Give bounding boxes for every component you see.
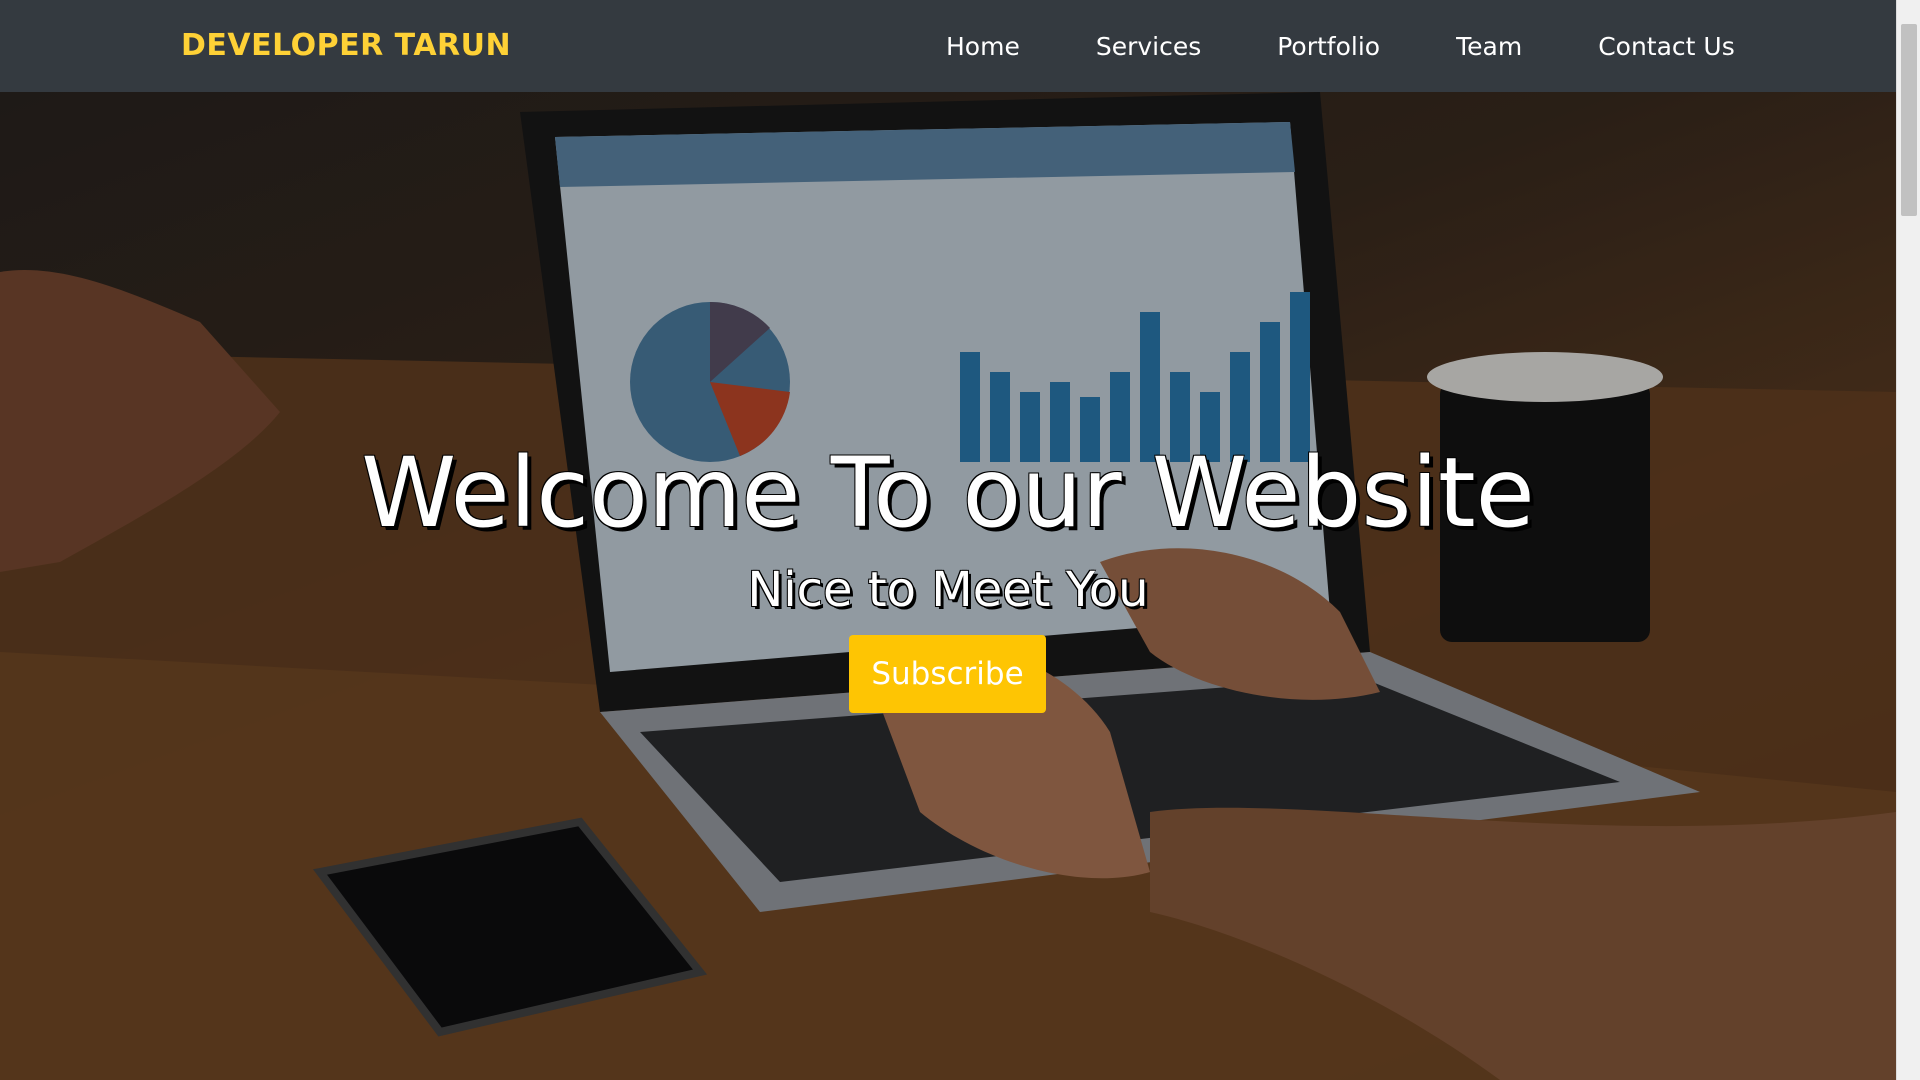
nav-link-home[interactable]: Home [946,32,1020,61]
subscribe-button[interactable]: Subscribe [849,635,1046,713]
hero-section: Welcome To our Website Nice to Meet You … [0,92,1896,1080]
hero-subtitle: Nice to Meet You [747,562,1149,618]
nav-link-team[interactable]: Team [1456,32,1522,61]
nav-links: Home Services Portfolio Team Contact Us [946,32,1735,61]
hero-title: Welcome To our Website [361,437,1535,549]
page: DEVELOPER TARUN Home Services Portfolio … [0,0,1920,1080]
brand-logo[interactable]: DEVELOPER TARUN [181,28,511,63]
navbar: DEVELOPER TARUN Home Services Portfolio … [0,0,1896,92]
nav-link-portfolio[interactable]: Portfolio [1277,32,1380,61]
nav-link-contact-us[interactable]: Contact Us [1598,32,1735,61]
nav-link-services[interactable]: Services [1096,32,1201,61]
scrollbar-thumb[interactable] [1901,24,1917,216]
page-scrollbar[interactable] [1896,0,1920,1080]
hero-content: Welcome To our Website Nice to Meet You … [0,92,1896,1080]
